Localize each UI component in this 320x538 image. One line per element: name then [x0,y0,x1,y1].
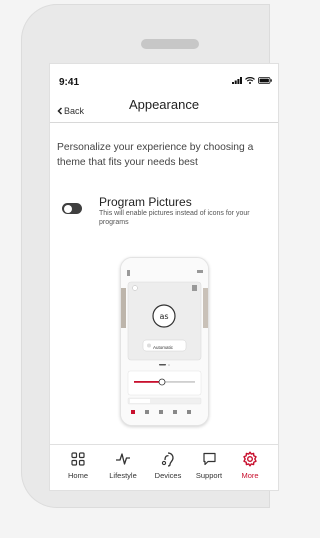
phone-speaker [141,39,199,49]
program-pictures-title: Program Pictures [99,195,192,209]
header-divider [50,122,278,123]
theme-preview-image: as Automatic [120,257,209,426]
gear-icon [243,451,257,467]
nav-bar: Appearance Back [50,92,278,116]
program-pictures-toggle[interactable] [62,203,82,214]
back-button[interactable]: Back [57,106,84,116]
tab-support-label: Support [195,471,223,480]
tab-home[interactable]: Home [55,449,101,489]
status-time: 9:41 [59,77,80,88]
tab-more-label: More [241,471,259,480]
hearing-aid-icon [161,452,174,467]
back-label: Back [64,106,85,116]
preview-illustration: as [121,258,208,425]
phone-frame: 9:41 Appearance Back Personalize your ex… [21,4,279,508]
page-title: Appearance [128,97,200,112]
app-screen: 9:41 Appearance Back Personalize your ex… [49,63,279,491]
chevron-left-icon [57,107,63,115]
grid-icon [71,452,85,466]
tab-home-label: Home [67,471,88,480]
tab-support[interactable]: Support [186,449,232,489]
tab-bar: Home Lifestyle Devices Support More [50,444,278,490]
battery-icon [258,77,272,84]
tab-more[interactable]: More [227,449,273,489]
wifi-icon [245,77,255,84]
tab-devices[interactable]: Devices [145,449,191,489]
description-text: Personalize your experience by choosing … [57,142,254,168]
toggle-knob [63,204,72,213]
chat-icon [202,452,216,466]
signal-icon [232,77,242,84]
tab-devices-label: Devices [154,471,182,480]
tab-lifestyle-label: Lifestyle [109,471,137,480]
status-icons [232,77,272,84]
activity-icon [116,453,130,465]
program-pictures-subtitle: This will enable pictures instead of ico… [99,210,250,226]
svg-text:as: as [159,312,168,321]
preview-program-label: Automatic [153,345,174,350]
tab-lifestyle[interactable]: Lifestyle [100,449,146,489]
